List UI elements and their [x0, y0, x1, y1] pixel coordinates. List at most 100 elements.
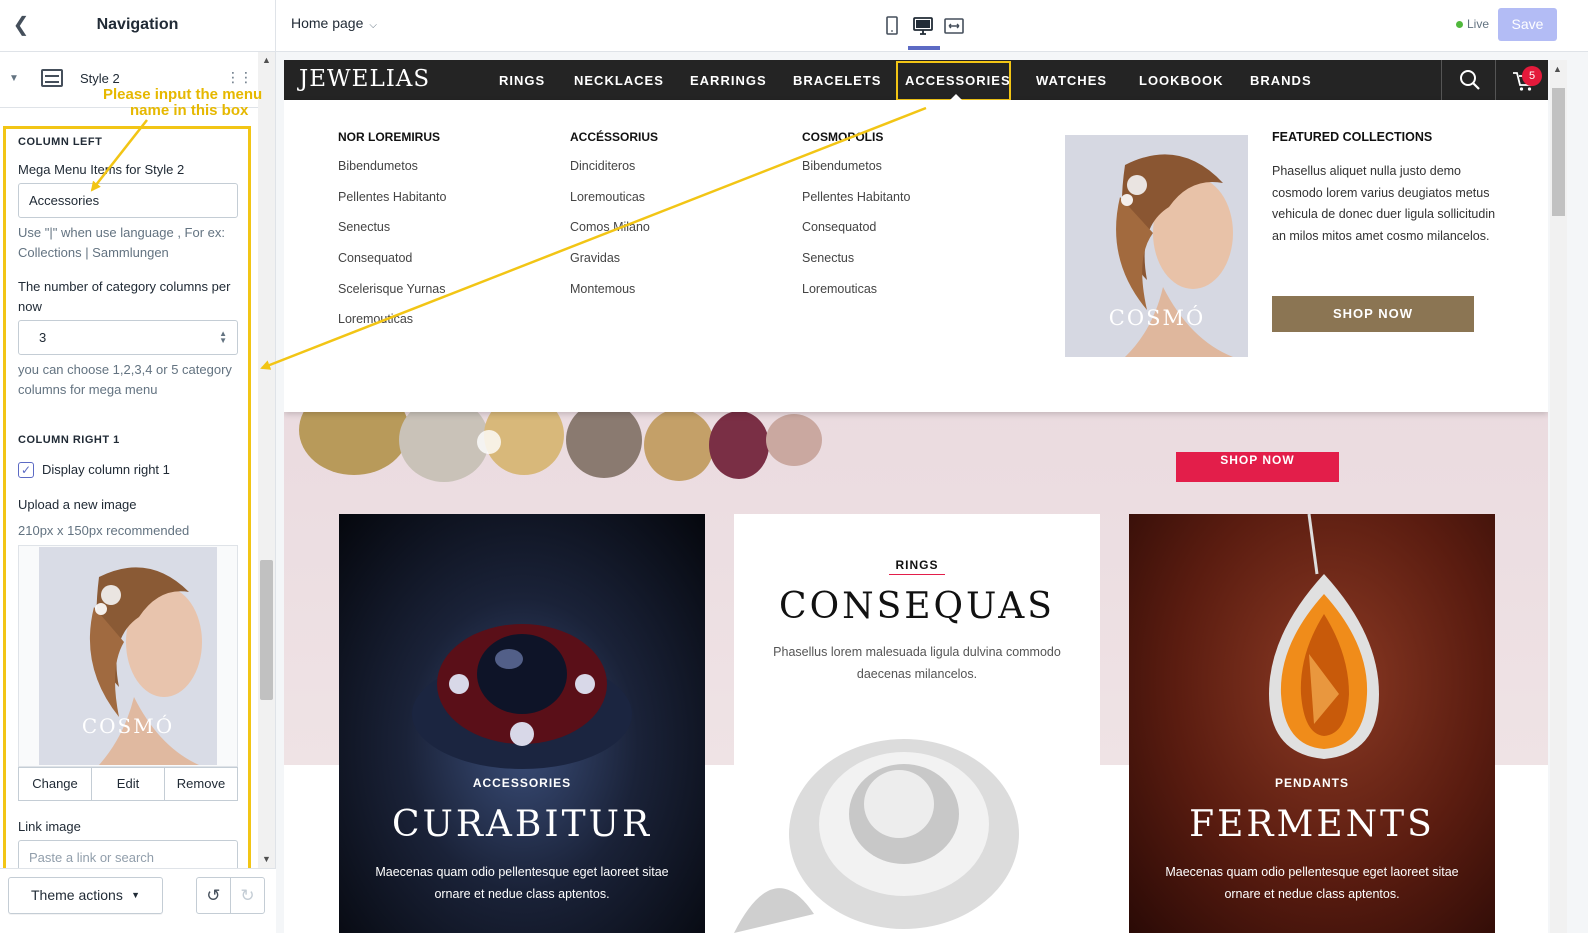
nav-divider [1441, 60, 1442, 100]
upload-label: Upload a new image [18, 497, 137, 512]
mega-link[interactable]: Senectus [802, 248, 910, 279]
mega-link[interactable]: Pellentes Habitanto [338, 187, 446, 218]
desktop-view-icon[interactable] [911, 14, 935, 38]
preview-scrollbar[interactable]: ▲ [1550, 60, 1567, 933]
nav-necklaces[interactable]: NECKLACES [574, 73, 664, 88]
link-image-label: Link image [18, 819, 81, 834]
hint-line-1: Please input the menu [103, 86, 263, 103]
column-left-heading: COLUMN LEFT [18, 136, 103, 148]
image-actions: Change Edit Remove [18, 767, 238, 801]
mega-column-title: NOR LOREMIRUS [338, 130, 440, 144]
columns-label: The number of category columns per now [18, 279, 231, 314]
scroll-up-icon[interactable]: ▲ [1553, 64, 1562, 74]
link-image-input[interactable]: Paste a link or search [18, 840, 238, 868]
scroll-up-icon[interactable]: ▲ [261, 55, 272, 66]
mega-link[interactable]: Bibendumetos [802, 156, 910, 187]
columns-select[interactable]: 3 ▲ ▼ [18, 320, 238, 355]
columns-select-value: 3 [39, 330, 47, 345]
nav-lookbook[interactable]: LOOKBOOK [1139, 73, 1224, 88]
portrait-image: COSMÓ [39, 547, 217, 765]
scrollbar-thumb[interactable] [260, 560, 273, 700]
scroll-down-icon[interactable]: ▼ [261, 854, 272, 865]
scrollbar-thumb[interactable] [1552, 88, 1565, 216]
mega-link[interactable]: Loremouticas [802, 279, 910, 310]
mega-menu-image[interactable]: COSMÓ [1065, 135, 1248, 357]
redo-icon[interactable]: ↻ [230, 878, 264, 913]
image-caption: COSMÓ [82, 713, 174, 738]
card-category: PENDANTS [1274, 776, 1349, 790]
sidebar-title: Navigation [96, 16, 179, 33]
nav-watches[interactable]: WATCHES [1036, 73, 1107, 88]
mega-link[interactable]: Senectus [338, 217, 446, 248]
live-label: Live [1467, 17, 1490, 31]
display-right-label: Display column right 1 [42, 462, 170, 477]
change-image-button[interactable]: Change [19, 768, 92, 800]
remove-image-button[interactable]: Remove [165, 768, 237, 800]
menu-pointer [950, 94, 962, 100]
nav-earrings[interactable]: EARRINGS [690, 73, 767, 88]
nav-bracelets[interactable]: BRACELETS [793, 73, 881, 88]
save-button[interactable]: Save [1498, 8, 1557, 41]
featured-title: FEATURED COLLECTIONS [1272, 130, 1433, 144]
mobile-view-icon[interactable] [880, 14, 904, 38]
mega-menu: NOR LOREMIRUS Bibendumetos Pellentes Hab… [284, 100, 1548, 412]
mega-link[interactable]: Comos Milano [570, 217, 658, 248]
caret-down-icon[interactable]: ▼ [9, 73, 19, 84]
drag-handle-icon[interactable]: ⋮⋮ [226, 69, 253, 86]
mega-link[interactable]: Bibendumetos [338, 156, 446, 187]
chevron-down-icon: ⌵ [369, 20, 377, 31]
card-title: CURABITUR [391, 804, 653, 845]
pendant-image [1269, 514, 1379, 759]
mega-link[interactable]: Loremouticas [338, 309, 446, 340]
collection-card-rings[interactable]: RINGS CONSEQUAS Phasellus lorem malesuad… [734, 514, 1100, 933]
image-preview: COSMÓ [18, 545, 238, 767]
page-selector[interactable]: Home page ⌵ [291, 15, 377, 31]
fullscreen-view-icon[interactable] [942, 14, 966, 38]
search-icon[interactable] [1459, 69, 1481, 91]
mega-link[interactable]: Dinciditeros [570, 156, 658, 187]
card-category: RINGS [734, 558, 1100, 575]
sidebar-footer: Theme actions ▼ ↺ ↻ [0, 868, 276, 933]
collection-card-pendants[interactable]: PENDANTS FERMENTS Maecenas quam odio pel… [1129, 514, 1495, 933]
display-right-checkbox[interactable]: ✓ [18, 462, 34, 478]
mega-link[interactable]: Pellentes Habitanto [802, 187, 910, 218]
mega-link[interactable]: Consequatod [802, 217, 910, 248]
shop-now-button[interactable]: SHOP NOW [1272, 296, 1474, 332]
nav-brands[interactable]: BRANDS [1250, 73, 1312, 88]
undo-redo-group: ↺ ↻ [196, 877, 265, 914]
dropdown-caret-icon: ▼ [131, 890, 140, 900]
mega-link[interactable]: Gravidas [570, 248, 658, 279]
edit-image-button[interactable]: Edit [92, 768, 165, 800]
columns-help: you can choose 1,2,3,4 or 5 category col… [18, 362, 232, 397]
mega-column-1: NOR LOREMIRUS Bibendumetos Pellentes Hab… [338, 130, 446, 340]
sidebar-header: ❮ Navigation [0, 0, 275, 52]
featured-text: Phasellus aliquet nulla justo demo cosmo… [1272, 164, 1496, 243]
theme-actions-button[interactable]: Theme actions ▼ [8, 877, 163, 914]
theme-editor-sidebar: ❮ Navigation ▼ Style 2 ⋮⋮ COLUMN LEFT Me… [0, 0, 276, 933]
editor-topbar: Home page ⌵ Live Save [276, 0, 1588, 52]
mega-items-label: Mega Menu Items for Style 2 [18, 162, 185, 177]
sidebar-scrollbar[interactable]: ▲ ▼ [258, 52, 275, 868]
hint-line-2: name in this box [130, 102, 249, 119]
hero-shop-now-button[interactable]: SHOP NOW [1176, 452, 1339, 482]
collection-card-accessories[interactable]: ACCESSORIES CURABITUR Maecenas quam odio… [339, 514, 705, 933]
mega-link[interactable]: Scelerisque Yurnas [338, 279, 446, 310]
nav-divider [1495, 60, 1496, 100]
undo-icon[interactable]: ↺ [197, 878, 230, 913]
mega-link[interactable]: Consequatod [338, 248, 446, 279]
cart-count-badge: 5 [1522, 66, 1542, 86]
mega-link[interactable]: Montemous [570, 279, 658, 310]
store-logo[interactable]: JEWELIAS [299, 66, 430, 92]
diamond-ring-image [734, 739, 1019, 933]
mega-column-title: COSMOPOLIS [802, 130, 884, 144]
mega-items-input[interactable]: Accessories [18, 183, 238, 218]
nav-rings[interactable]: RINGS [499, 73, 545, 88]
card-category: ACCESSORIES [472, 776, 572, 790]
card-text: Maecenas quam odio pellentesque eget lao… [1165, 865, 1459, 901]
store-navbar: JEWELIAS RINGS NECKLACES EARRINGS BRACEL… [284, 60, 1548, 101]
select-arrows-icon: ▲ ▼ [219, 329, 227, 345]
section-label: Style 2 [80, 71, 120, 86]
theme-actions-label: Theme actions [31, 887, 123, 903]
section-layout-icon [41, 69, 63, 87]
mega-link[interactable]: Loremouticas [570, 187, 658, 218]
